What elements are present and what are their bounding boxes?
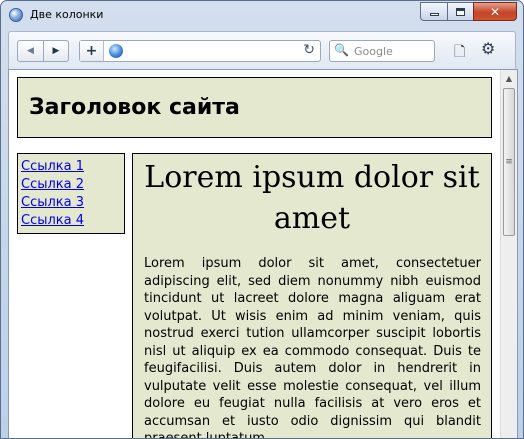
site-header: Заголовок сайта — [17, 77, 492, 138]
forward-arrow-icon: ▶ — [52, 46, 60, 56]
back-button[interactable]: ◀ — [18, 41, 43, 61]
navigation-toolbar: ◀ ▶ + ↻ 🔍 🗋 ⚙ — [8, 31, 516, 69]
close-button[interactable]: ✕ — [473, 2, 517, 21]
search-box[interactable]: 🔍 — [329, 40, 435, 62]
maximize-icon — [456, 7, 465, 16]
content-title: Lorem ipsum dolor sit amet — [144, 160, 480, 236]
site-title: Заголовок сайта — [29, 95, 240, 120]
forward-button[interactable]: ▶ — [43, 41, 68, 61]
vertical-scrollbar[interactable]: ▲ ≡ — [500, 70, 517, 438]
sidebar-link-2[interactable]: Ссылка 2 — [21, 176, 124, 194]
browser-window: Две колонки ✕ ◀ ▶ + ↻ 🔍 Google 🗋 ⚙ Загол… — [0, 0, 524, 439]
new-tab-button[interactable]: + — [80, 41, 104, 61]
title-bar[interactable]: Две колонки ✕ — [1, 1, 523, 30]
sidebar-link-1[interactable]: Ссылка 1 — [21, 158, 124, 176]
globe-icon — [109, 44, 123, 58]
scrollbar-thumb[interactable]: ≡ — [503, 88, 515, 236]
plus-icon: + — [85, 43, 98, 59]
page-menu-icon[interactable]: 🗋 — [454, 41, 465, 65]
page-viewport: Заголовок сайта Ссылка 1 Ссылка 2 Ссылка… — [8, 69, 518, 439]
maximize-button[interactable] — [447, 2, 473, 21]
close-icon: ✕ — [489, 4, 501, 19]
scroll-up-arrow-icon[interactable]: ▲ — [501, 70, 517, 87]
sidebar-nav: Ссылка 1 Ссылка 2 Ссылка 3 Ссылка 4 — [17, 153, 125, 234]
minimize-button[interactable] — [420, 2, 447, 21]
gear-icon[interactable]: ⚙ — [481, 39, 495, 58]
main-content: Lorem ipsum dolor sit amet Lorem ipsum d… — [132, 153, 492, 439]
search-icon[interactable]: 🔍 — [334, 43, 349, 57]
address-bar[interactable]: + ↻ — [79, 40, 321, 62]
back-arrow-icon: ◀ — [27, 46, 34, 56]
reload-icon[interactable]: ↻ — [303, 42, 315, 58]
search-input[interactable] — [354, 43, 432, 59]
minimize-icon — [429, 13, 439, 16]
sidebar-link-4[interactable]: Ссылка 4 — [21, 212, 124, 230]
browser-app-icon — [9, 8, 23, 22]
sidebar-link-3[interactable]: Ссылка 3 — [21, 194, 124, 212]
back-forward-group: ◀ ▶ — [17, 40, 69, 62]
window-controls: ✕ — [420, 2, 517, 21]
window-title: Две колонки — [30, 8, 104, 21]
content-text: Lorem ipsum dolor sit amet, consectetuer… — [144, 256, 481, 439]
